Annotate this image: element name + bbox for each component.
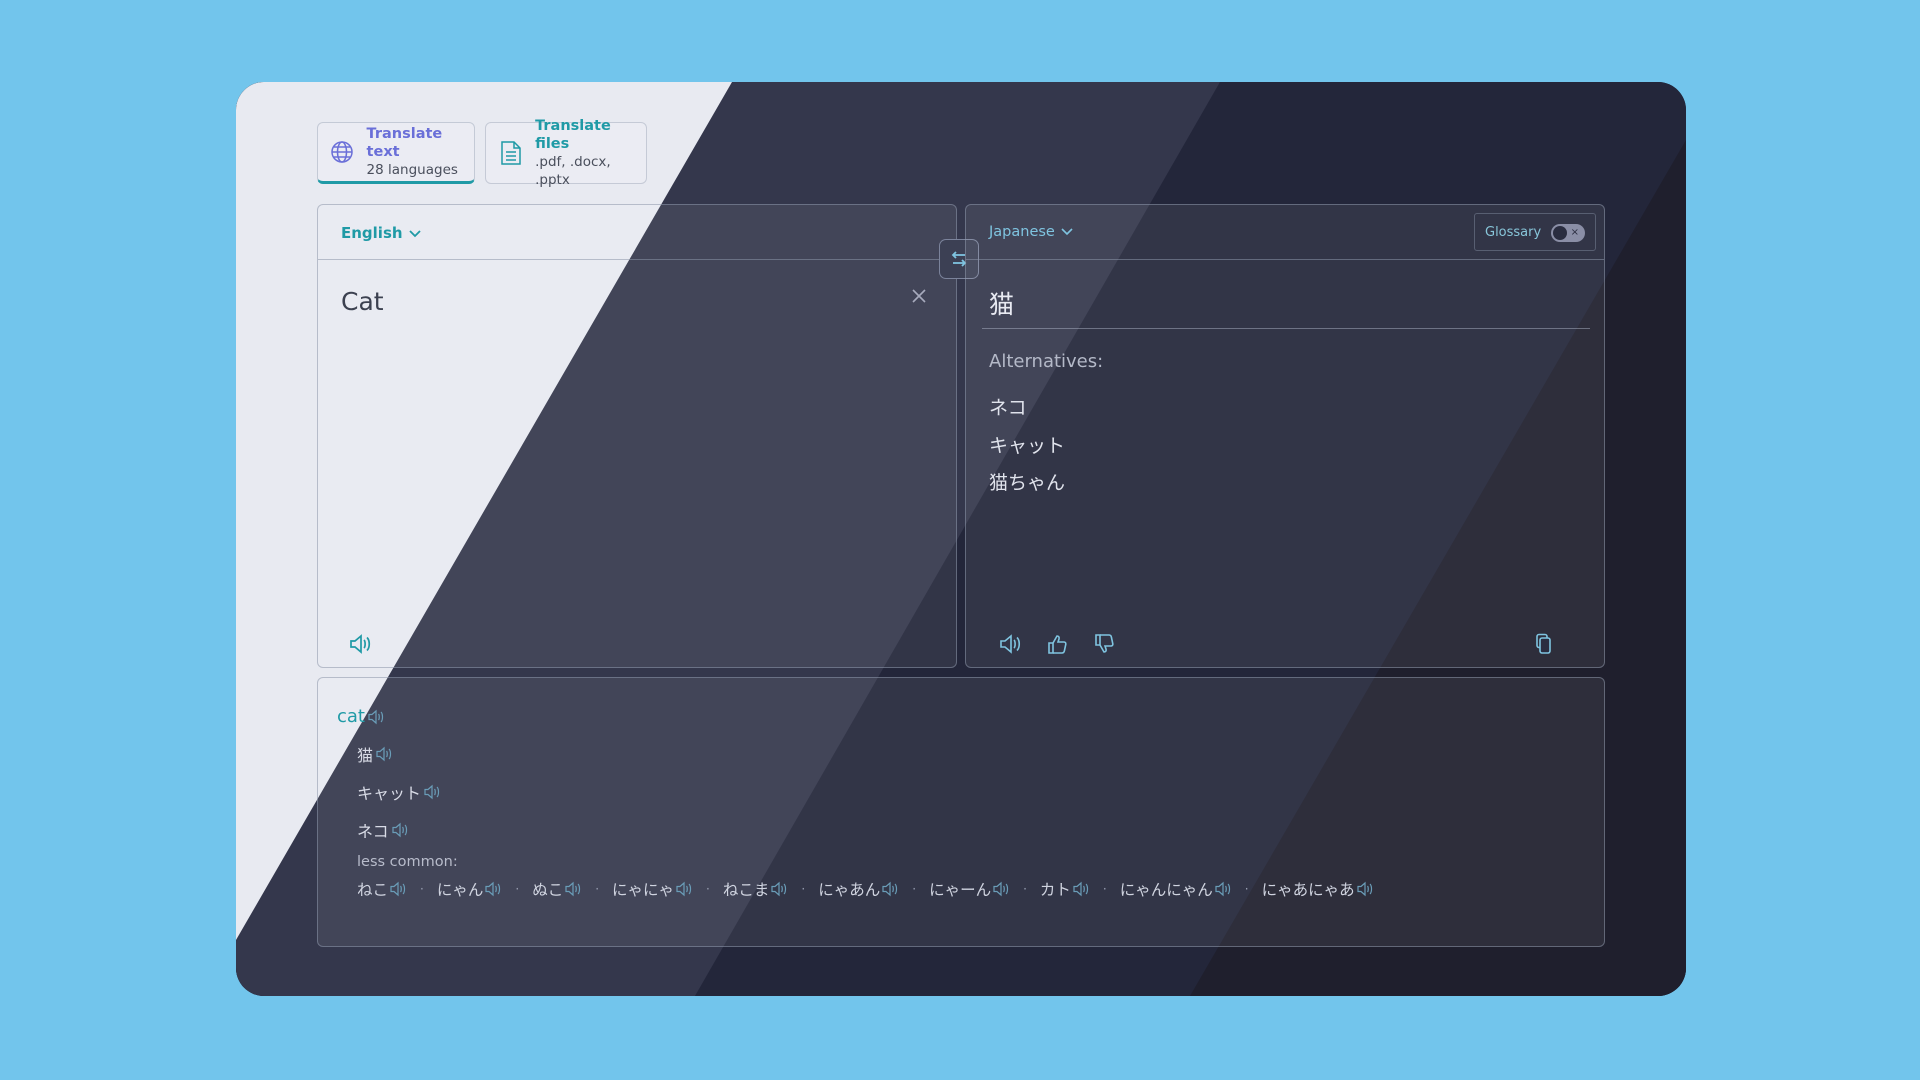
speaker-icon <box>350 634 371 654</box>
less-common-text[interactable]: カト <box>1040 878 1071 900</box>
less-common-label: less common: <box>357 854 458 870</box>
dictionary-headword: cat <box>337 706 385 727</box>
speaker-icon[interactable] <box>770 881 788 897</box>
speaker-icon[interactable] <box>992 881 1010 897</box>
source-language-select[interactable]: English <box>341 224 421 242</box>
clear-text-button[interactable] <box>908 285 930 307</box>
separator-dot: · <box>595 882 600 896</box>
separator-dot: · <box>1102 882 1107 896</box>
speaker-icon[interactable] <box>1072 881 1090 897</box>
separator-dot: · <box>1244 882 1249 896</box>
less-common-item: にゃん <box>437 878 503 900</box>
thumbs-up-icon <box>1048 635 1067 654</box>
alternative-item[interactable]: 猫ちゃん <box>989 468 1065 495</box>
toggle-off-icon: × <box>1570 227 1579 238</box>
target-language-label: Japanese <box>989 224 1055 240</box>
translation-output: 猫 <box>989 290 1015 319</box>
toggle-knob <box>1553 226 1567 240</box>
tab-title: Translate text <box>366 126 443 160</box>
less-common-item: カト <box>1040 878 1090 900</box>
less-common-item: にゃにゃ <box>612 878 693 900</box>
speaker-icon[interactable] <box>881 881 899 897</box>
less-common-text[interactable]: にゃあにゃあ <box>1262 878 1355 900</box>
less-common-text[interactable]: にゃんにゃん <box>1120 878 1213 900</box>
less-common-text[interactable]: にゃにゃ <box>612 878 674 900</box>
thumbs-up-button[interactable] <box>1046 633 1070 655</box>
speaker-icon[interactable] <box>391 822 409 838</box>
app-window: Translate text 28 languages Translate fi… <box>236 82 1686 996</box>
headword-text: cat <box>337 706 365 727</box>
less-common-text[interactable]: にゃあん <box>818 878 880 900</box>
target-panel: Japanese Glossary × 猫 Alternatives: ネコ キ… <box>965 204 1605 668</box>
less-common-item: にゃんにゃん <box>1120 878 1232 900</box>
speaker-icon[interactable] <box>564 881 582 897</box>
translation-text[interactable]: ネコ <box>357 818 389 842</box>
target-language-select[interactable]: Japanese <box>989 224 1073 240</box>
speaker-icon[interactable] <box>484 881 502 897</box>
less-common-item: ねこ <box>357 878 407 900</box>
separator-dot: · <box>706 882 710 896</box>
globe-icon <box>330 139 355 165</box>
separator-dot: · <box>912 882 917 896</box>
chevron-down-icon <box>408 224 421 242</box>
glossary-label: Glossary <box>1485 224 1542 240</box>
speaker-icon[interactable] <box>1356 881 1374 897</box>
less-common-text[interactable]: にゃん <box>437 878 484 900</box>
tab-subtitle: 28 languages <box>366 162 458 178</box>
speaker-icon[interactable] <box>675 881 693 897</box>
dictionary-translation: 猫 <box>357 742 393 766</box>
glossary-control: Glossary × <box>1474 213 1596 251</box>
alternative-item[interactable]: ネコ <box>989 393 1027 420</box>
separator-dot: · <box>801 882 806 896</box>
less-common-item: にゃーん <box>929 878 1010 900</box>
thumbs-down-icon <box>1095 634 1114 653</box>
speaker-icon <box>1000 634 1021 654</box>
separator-dot: · <box>420 882 424 896</box>
copy-icon <box>1536 633 1551 654</box>
less-common-item: にゃあん <box>818 878 899 900</box>
separator-dot: · <box>515 882 520 896</box>
less-common-item: ねこま <box>723 878 789 900</box>
copy-button[interactable] <box>1532 633 1556 655</box>
divider <box>982 328 1590 329</box>
glossary-toggle[interactable]: × <box>1551 224 1585 242</box>
less-common-text[interactable]: ねこ <box>357 878 388 900</box>
dictionary-translation: ネコ <box>357 818 409 842</box>
less-common-item: にゃあにゃあ <box>1262 878 1374 900</box>
chevron-down-icon <box>1061 224 1073 240</box>
listen-source-button[interactable] <box>348 633 372 655</box>
translation-text[interactable]: 猫 <box>357 742 373 766</box>
tab-subtitle: .pdf, .docx, .pptx <box>535 154 611 188</box>
alternative-item[interactable]: キャット <box>989 431 1065 458</box>
dictionary-translation: キャット <box>357 780 441 804</box>
source-panel-header: English <box>318 205 956 260</box>
alternatives-label: Alternatives: <box>989 351 1104 372</box>
speaker-icon[interactable] <box>423 784 441 800</box>
dictionary-panel: cat 猫 キャット ネコ less common: ねこ · にゃん · ぬこ · にゃに… <box>317 677 1605 947</box>
less-common-text[interactable]: にゃーん <box>929 878 991 900</box>
less-common-text[interactable]: ねこま <box>723 878 770 900</box>
less-common-item: ぬこ <box>532 878 582 900</box>
speaker-icon[interactable] <box>367 709 385 725</box>
tab-translate-text[interactable]: Translate text 28 languages <box>317 122 475 184</box>
speaker-icon[interactable] <box>375 746 393 762</box>
source-text-input[interactable]: Cat <box>341 287 384 316</box>
thumbs-down-button[interactable] <box>1093 633 1117 655</box>
translation-text[interactable]: キャット <box>357 780 421 804</box>
source-panel: English Cat <box>317 204 957 668</box>
close-icon <box>912 289 926 303</box>
less-common-text[interactable]: ぬこ <box>532 878 563 900</box>
source-language-label: English <box>341 224 403 242</box>
target-panel-header: Japanese Glossary × <box>966 205 1604 260</box>
speaker-icon[interactable] <box>389 881 407 897</box>
speaker-icon[interactable] <box>1214 881 1232 897</box>
tab-title: Translate files <box>535 118 611 152</box>
document-icon <box>498 140 523 166</box>
tab-translate-files[interactable]: Translate files .pdf, .docx, .pptx <box>485 118 647 188</box>
separator-dot: · <box>1023 882 1027 896</box>
less-common-list: ねこ · にゃん · ぬこ · にゃにゃ · ねこま · にゃあん · にゃーん · カト · にゃんにゃん · に… <box>357 878 1374 900</box>
listen-translation-button[interactable] <box>998 633 1022 655</box>
